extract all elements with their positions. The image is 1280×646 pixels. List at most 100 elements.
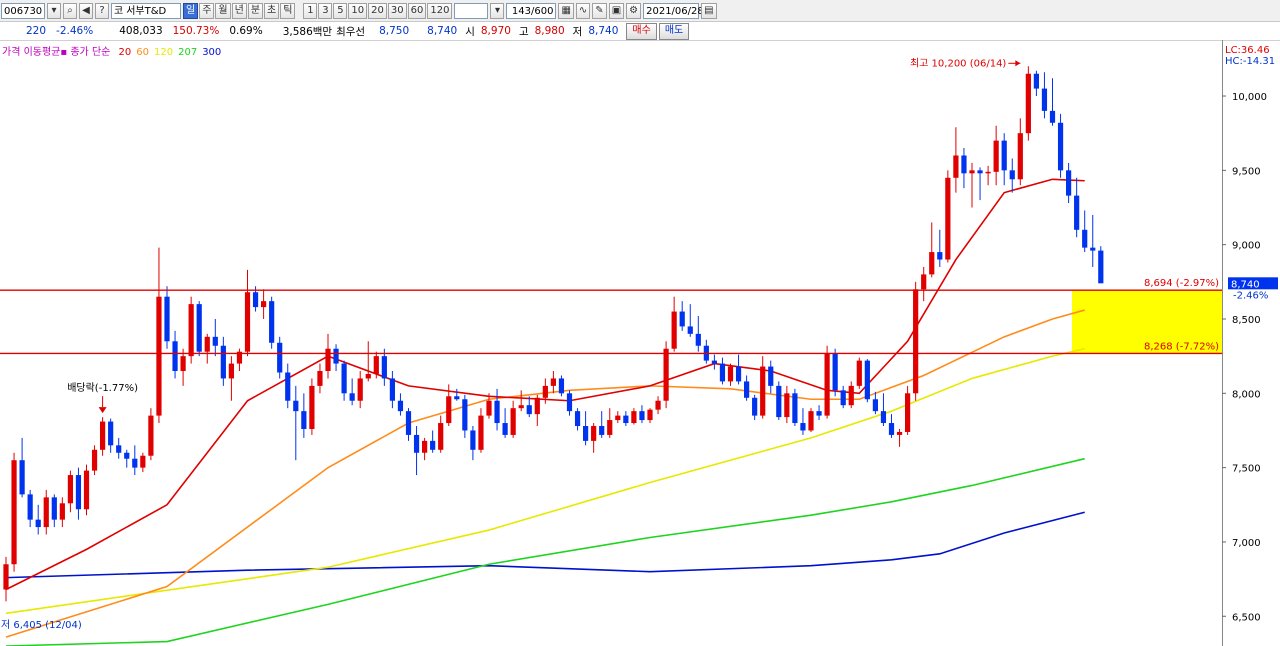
stock-name-field[interactable]: 코 서부T&D (111, 2, 181, 19)
candle-body (872, 399, 878, 412)
candle-body (744, 381, 750, 398)
legend-period-20: 20 (118, 47, 132, 58)
save-icon[interactable]: ▣ (608, 2, 625, 19)
interval-button[interactable]: 120 (427, 2, 453, 19)
candle-body (945, 177, 951, 260)
lookup-icon[interactable]: ? (95, 2, 109, 19)
candle-body (550, 378, 556, 386)
candle-body (864, 360, 870, 400)
interval-button[interactable]: 10 (348, 2, 368, 19)
candle-body (808, 411, 814, 431)
candle-body (140, 455, 146, 468)
sell-button[interactable]: 매도 (658, 22, 690, 40)
candle-body (800, 423, 806, 431)
dropdown-arrow-icon[interactable]: ▾ (490, 2, 505, 19)
candle-body (1082, 229, 1088, 248)
trade-amount: 3,586백만 (282, 25, 333, 38)
candle-body (277, 342, 283, 373)
price-chart[interactable]: 10,000 9,500 9,000 8,500 8,000 7,500 7,000 6,50… (0, 40, 1280, 646)
candle-body (389, 378, 395, 401)
change-value: 220 (26, 25, 47, 37)
period-tab[interactable]: 틱 (280, 2, 296, 19)
buy-button[interactable]: 매수 (626, 22, 657, 40)
candle-body (261, 301, 267, 308)
candle-body (727, 366, 734, 382)
current-price-percent: -2.46% (1233, 290, 1268, 301)
search-icon[interactable]: ⌕ (63, 2, 77, 19)
candle-body (671, 311, 677, 349)
candle-body (325, 348, 331, 372)
compare-icon[interactable]: ▦ (558, 2, 574, 19)
period-tab[interactable]: 년 (231, 2, 247, 19)
interval-button[interactable]: 1 (303, 2, 318, 19)
gear-icon[interactable]: ⚙ (626, 2, 642, 19)
candle-body (188, 304, 194, 357)
dropdown-arrow-icon[interactable]: ▾ (47, 2, 61, 19)
candle-body (1074, 195, 1080, 230)
interval-button[interactable]: 3 (318, 2, 333, 19)
quote-bar: 220 -2.46% 408,033 150.73% 0.69% 3,586백만… (0, 22, 1280, 41)
period-tab[interactable]: 일 (183, 2, 199, 19)
candle-body (888, 423, 895, 435)
legend-period-207: 207 (178, 47, 198, 58)
candle-body (422, 440, 428, 453)
period-tab[interactable]: 초 (264, 2, 280, 19)
candle-body (768, 366, 774, 386)
candle-body (438, 423, 444, 450)
candle-body (27, 494, 33, 520)
candle-body (961, 155, 967, 174)
candle-body (647, 409, 653, 421)
date-input[interactable]: 2021/06/28 (643, 2, 704, 19)
candle-body (180, 356, 186, 372)
candle-body (357, 378, 363, 401)
interval-button[interactable]: 5 (333, 2, 348, 19)
interval-button[interactable]: 30 (387, 2, 407, 19)
indicator-icon[interactable]: ∿ (575, 2, 591, 19)
candle-body (397, 400, 404, 412)
moving-average-legend: 가격 이동평균▪ 종가 단순 20 60 120 207 300 (2, 47, 222, 58)
candle-body (3, 564, 9, 590)
candle-body (333, 348, 339, 364)
candle-body (566, 393, 573, 412)
candle-body (51, 497, 57, 520)
open-value: 8,970 (480, 25, 511, 37)
period-tab[interactable]: 주 (199, 2, 215, 19)
candle-body (687, 326, 693, 334)
stock-name: 서부T&D (126, 5, 167, 17)
candle-body (752, 397, 758, 416)
legend-periods: 20 60 120 207 300 (114, 47, 222, 58)
low-label: 저 (572, 25, 583, 38)
lc-label: LC:36.46 (1225, 45, 1270, 56)
y-tick-label: 10,000 (1232, 92, 1267, 103)
candle-body (494, 400, 500, 424)
y-tick-label: 9,500 (1232, 166, 1261, 177)
candle-body (1066, 170, 1072, 196)
period-tab[interactable]: 분 (247, 2, 264, 19)
calendar-icon[interactable]: ▤ (701, 2, 717, 19)
best-bid-label: 최우선 (336, 25, 366, 38)
speaker-icon[interactable]: ◀ (79, 2, 93, 19)
candle-body (124, 452, 130, 459)
y-tick-label: 6,500 (1232, 612, 1261, 623)
interval-input[interactable] (454, 2, 489, 19)
candle-body (309, 385, 315, 429)
candle-body (1025, 73, 1031, 134)
volume-value: 408,033 (119, 25, 163, 37)
draw-icon[interactable]: ✎ (592, 2, 607, 19)
dividend-arrow-head (98, 407, 107, 414)
stock-code-input[interactable]: 006730 (1, 2, 45, 19)
support-line-label: 8,268 (-7.72%) (1144, 341, 1219, 352)
interval-button[interactable]: 20 (368, 2, 387, 19)
candle-body (607, 420, 613, 435)
min-price-annotation: 저 6,405 (12/04) (1, 619, 82, 631)
candle-count-field[interactable]: 143/600 (506, 2, 557, 19)
period-tab[interactable]: 월 (215, 2, 231, 19)
hc-label: HC:-14.31 (1225, 56, 1275, 67)
candle-body (639, 411, 645, 421)
best-ask-value: 8,740 (427, 25, 458, 37)
moving-average-ma300 (5, 511, 1085, 579)
interval-button[interactable]: 60 (407, 2, 427, 19)
candle-body (816, 411, 822, 416)
moving-average-ma60 (5, 309, 1085, 638)
candle-body (824, 353, 830, 416)
